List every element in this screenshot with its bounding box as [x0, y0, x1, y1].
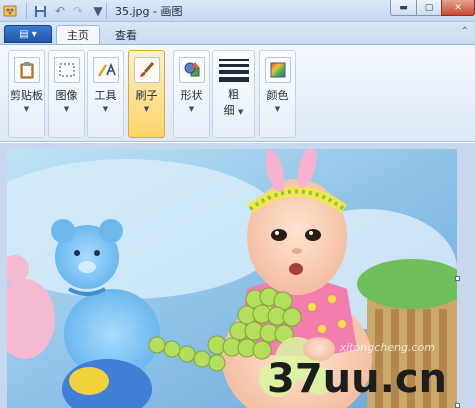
- ribbon-tab-bar: ▤ ▾ 主页 查看 ⌃: [0, 22, 475, 44]
- undo-icon[interactable]: ↶: [52, 3, 68, 19]
- separator: [106, 3, 107, 19]
- tools-group: 工具 ▼: [87, 50, 124, 138]
- maximize-button[interactable]: ▢: [416, 0, 442, 16]
- dropdown-arrow-icon: ▼: [102, 105, 109, 113]
- brush-button[interactable]: 刷子 ▼: [129, 51, 164, 137]
- line-width-icon: [218, 57, 249, 83]
- shapes-label: 形状: [180, 89, 203, 102]
- resize-handle-right[interactable]: [455, 276, 460, 281]
- brush-label: 刷子: [135, 89, 158, 102]
- size-button[interactable]: 粗 细 ▼: [213, 51, 254, 137]
- dropdown-arrow-icon: ▼: [188, 105, 195, 113]
- color-group: 颜色 ▼: [259, 50, 296, 138]
- paint-app-icon[interactable]: [2, 3, 18, 19]
- size-group: 粗 细 ▼: [212, 50, 255, 138]
- brush-group: 刷子 ▼: [128, 50, 165, 138]
- redo-icon[interactable]: ↷: [70, 3, 86, 19]
- watermark-text: 37uu.cn: [267, 356, 447, 402]
- clipboard-button[interactable]: 剪贴板 ▼: [9, 51, 44, 137]
- ribbon: 剪贴板 ▼ 图像 ▼ 工具 ▼ 刷子 ▼ 形状 ▼ 粗 细 ▼ 颜色 ▼: [0, 44, 475, 142]
- minimize-button[interactable]: ▬: [390, 0, 417, 16]
- tab-view[interactable]: 查看: [104, 25, 148, 44]
- color-button[interactable]: 颜色 ▼: [260, 51, 295, 137]
- color-label: 颜色: [266, 89, 289, 102]
- separator: [26, 3, 27, 19]
- clipboard-group: 剪贴板 ▼: [8, 50, 45, 138]
- dropdown-arrow-icon: ▼: [63, 105, 70, 113]
- tab-home[interactable]: 主页: [56, 25, 100, 44]
- brush-icon: [133, 57, 160, 83]
- size-label-thick: 粗: [228, 88, 239, 101]
- dropdown-arrow-icon: ▼: [23, 105, 30, 113]
- tools-label: 工具: [94, 89, 117, 102]
- close-button[interactable]: ✕: [441, 0, 475, 16]
- image-group: 图像 ▼: [48, 50, 85, 138]
- dropdown-arrow-icon: ▼: [143, 105, 150, 113]
- title-bar: ↶ ↷ ▼ 35.jpg - 画图 ▬ ▢ ✕: [0, 0, 475, 22]
- tools-button[interactable]: 工具 ▼: [88, 51, 123, 137]
- image-label: 图像: [55, 89, 78, 102]
- paint-menu-button[interactable]: ▤ ▾: [4, 25, 52, 43]
- select-icon: [53, 57, 80, 83]
- tools-icon: [92, 57, 119, 83]
- size-label-thin: 细 ▼: [223, 104, 244, 117]
- shapes-icon: [178, 57, 205, 83]
- shapes-button[interactable]: 形状 ▼: [174, 51, 209, 137]
- menu-icon: ▤ ▾: [19, 28, 37, 40]
- window-title: 35.jpg - 画图: [115, 5, 183, 18]
- canvas-image[interactable]: xitongcheng.com 37uu.cn: [7, 149, 457, 408]
- faint-watermark: xitongcheng.com: [339, 341, 435, 354]
- save-icon[interactable]: [32, 3, 48, 19]
- shapes-group: 形状 ▼: [173, 50, 210, 138]
- dropdown-arrow-icon: ▼: [274, 105, 281, 113]
- minimize-icon: ▬: [399, 2, 408, 13]
- maximize-icon: ▢: [424, 2, 434, 13]
- clipboard-label: 剪贴板: [10, 89, 43, 102]
- resize-handle-corner[interactable]: [455, 403, 460, 408]
- close-icon: ✕: [454, 2, 462, 13]
- image-button[interactable]: 图像 ▼: [49, 51, 84, 137]
- clipboard-icon: [13, 57, 40, 83]
- color-icon: [264, 57, 291, 83]
- customize-arrow-icon[interactable]: ▼: [90, 3, 106, 19]
- collapse-ribbon-icon[interactable]: ⌃: [461, 26, 469, 37]
- canvas-area[interactable]: xitongcheng.com 37uu.cn: [0, 143, 475, 408]
